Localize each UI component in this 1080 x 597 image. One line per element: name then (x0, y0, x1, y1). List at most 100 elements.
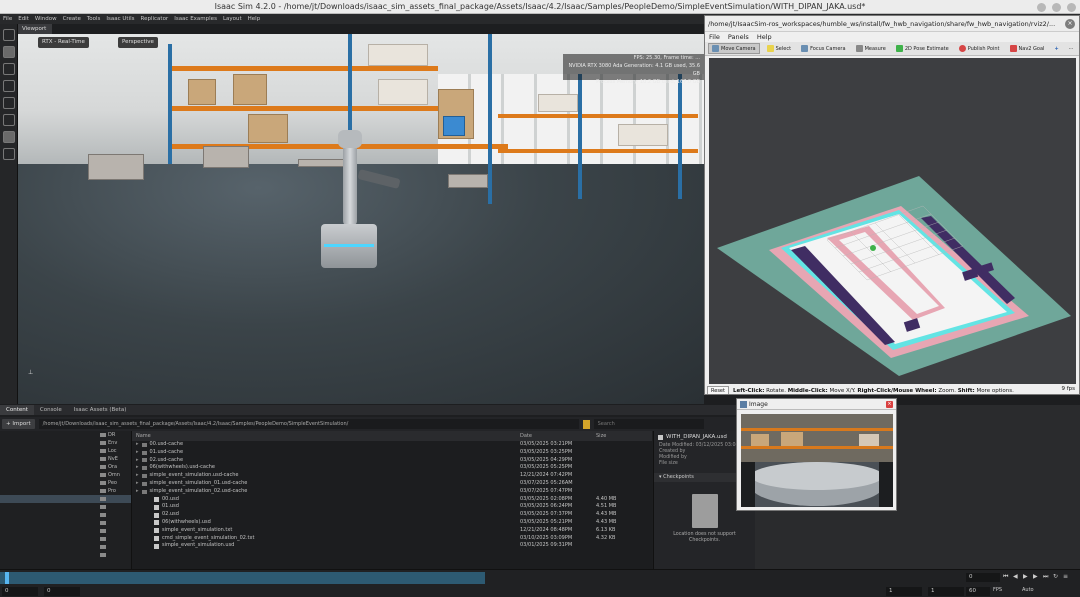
timeline-end-field[interactable]: 1 (886, 587, 922, 596)
file-row[interactable]: ▸ simple_event_simulation.usd-cache 12/21/… (132, 472, 652, 480)
tree-item[interactable]: DR (0, 431, 131, 439)
tree-item[interactable] (0, 535, 131, 543)
render-mode-button[interactable]: RTX - Real-Time (38, 37, 89, 48)
menu-isaac-utils[interactable]: Isaac Utils (106, 14, 134, 24)
move-camera-tool[interactable]: Move Camera (708, 43, 760, 54)
expand-icon[interactable]: ▸ (136, 457, 139, 465)
menu-tools[interactable]: Tools (87, 14, 101, 24)
measure-tool[interactable]: Measure (853, 43, 889, 54)
pause-tool-icon[interactable] (3, 131, 15, 143)
tree-item[interactable]: NvE (0, 455, 131, 463)
timeline-cursor[interactable] (5, 572, 9, 584)
play-icon[interactable]: ▶ (1023, 573, 1030, 580)
timeline-start-field[interactable]: 0 (2, 587, 38, 596)
expand-icon[interactable]: ▸ (136, 464, 139, 472)
tree-item[interactable] (0, 551, 131, 559)
move-tool-icon[interactable] (3, 46, 15, 58)
menu-help[interactable]: Help (248, 14, 261, 24)
menu-layout[interactable]: Layout (223, 14, 242, 24)
timeline-menu-icon[interactable]: ≡ (1063, 573, 1070, 580)
add-tool-icon[interactable]: + (1051, 43, 1061, 54)
viewport[interactable]: RTX - Real-Time Perspective FPS: 25.30, … (18, 34, 704, 404)
select-tool[interactable]: Select (764, 43, 794, 54)
tree-item[interactable] (0, 495, 131, 503)
stop-tool-icon[interactable] (3, 148, 15, 160)
snap-tool-icon[interactable] (3, 97, 15, 109)
auto-label[interactable]: Auto (1022, 586, 1034, 595)
timeline-track[interactable] (0, 572, 485, 584)
menu-replicator[interactable]: Replicator (141, 14, 169, 24)
rviz-menu-help[interactable]: Help (757, 32, 772, 42)
image-close-icon[interactable]: × (886, 401, 893, 408)
column-size[interactable]: Size (596, 431, 652, 441)
expand-icon[interactable]: ▸ (136, 472, 139, 480)
tree-item[interactable] (0, 527, 131, 535)
nav2-goal-tool[interactable]: Nav2 Goal (1007, 43, 1048, 54)
scale-tool-icon[interactable] (3, 80, 15, 92)
fps-field[interactable]: 60 (966, 587, 990, 596)
file-row[interactable]: 00.usd 03/05/2025 02:08PM 4.40 MB (132, 496, 652, 504)
focus-camera-tool[interactable]: Focus Camera (798, 43, 849, 54)
last-frame-icon[interactable]: ⏭ (1043, 573, 1050, 580)
camera-button[interactable]: Perspective (118, 37, 158, 48)
tree-item[interactable] (0, 519, 131, 527)
tree-item[interactable]: Pro (0, 487, 131, 495)
tree-item[interactable]: Omn (0, 471, 131, 479)
path-input[interactable]: /home/jt/Downloads/isaac_sim_assets_fina… (38, 419, 579, 429)
publish-point-tool[interactable]: Publish Point (956, 43, 1003, 54)
expand-icon[interactable]: ▸ (136, 441, 139, 449)
file-row[interactable]: cmd_simple_event_simulation_02.txt 03/10/… (132, 535, 652, 543)
column-name[interactable]: Name (132, 431, 520, 441)
file-row[interactable]: ▸ 06(withwheels).usd-cache 03/05/2025 05:2… (132, 464, 652, 472)
search-input[interactable]: Search (593, 419, 704, 429)
pose-estimate-tool[interactable]: 2D Pose Estimate (893, 43, 952, 54)
file-row[interactable]: simple_event_simulation.txt 12/21/2024 08… (132, 527, 652, 535)
menu-isaac-examples[interactable]: Isaac Examples (174, 14, 217, 24)
file-row[interactable]: ▸ 01.usd-cache 03/05/2025 03:25PM (132, 449, 652, 457)
file-row[interactable]: 02.usd 03/05/2025 07:37PM 4.43 MB (132, 511, 652, 519)
close-button[interactable] (1067, 2, 1076, 12)
file-row[interactable]: ▸ simple_event_simulation_01.usd-cache 03/… (132, 480, 652, 488)
loop-icon[interactable]: ↻ (1053, 573, 1060, 580)
rotate-tool-icon[interactable] (3, 63, 15, 75)
tree-item[interactable]: Peo (0, 479, 131, 487)
menu-edit[interactable]: Edit (18, 14, 29, 24)
file-row[interactable]: ▸ 00.usd-cache 03/05/2025 03:21PM (132, 441, 652, 449)
tree-item[interactable]: Ora (0, 463, 131, 471)
first-frame-icon[interactable]: ⏮ (1003, 573, 1010, 580)
tree-item[interactable] (0, 543, 131, 551)
file-row[interactable]: ▸ simple_event_simulation_02.usd-cache 03/… (132, 488, 652, 496)
file-row[interactable]: 06(withwheels).usd 03/05/2025 05:21PM 4.43… (132, 519, 652, 527)
bookmark-icon[interactable] (582, 419, 590, 429)
tree-item[interactable] (0, 503, 131, 511)
play-tool-icon[interactable] (3, 114, 15, 126)
tab-isaac-assets[interactable]: Isaac Assets (Beta) (68, 405, 133, 415)
tab-console[interactable]: Console (34, 405, 68, 415)
file-row[interactable]: simple_event_simulation.usd 03/01/2025 09… (132, 542, 652, 550)
select-tool-icon[interactable] (3, 29, 15, 41)
minimize-button[interactable] (1037, 2, 1046, 12)
reset-button[interactable]: Reset (707, 386, 729, 394)
timeline-start-field-2[interactable]: 0 (44, 587, 80, 596)
timeline-end-field-2[interactable]: 1 (928, 587, 964, 596)
menu-create[interactable]: Create (63, 14, 81, 24)
tree-item[interactable]: Env (0, 439, 131, 447)
file-row[interactable]: 01.usd 03/05/2025 06:24PM 4.51 MB (132, 503, 652, 511)
maximize-button[interactable] (1052, 2, 1061, 12)
next-frame-icon[interactable]: ▶ (1033, 573, 1040, 580)
expand-icon[interactable]: ▸ (136, 449, 139, 457)
rviz-menu-panels[interactable]: Panels (728, 32, 749, 42)
menu-file[interactable]: File (3, 14, 12, 24)
current-frame-field[interactable]: 0 (966, 573, 1000, 582)
more-tools-icon[interactable]: ⋯ (1066, 43, 1077, 54)
rviz-3d-view[interactable] (709, 58, 1076, 384)
expand-icon[interactable]: ▸ (136, 480, 139, 488)
import-button[interactable]: + Import (2, 419, 35, 429)
menu-window[interactable]: Window (35, 14, 57, 24)
expand-icon[interactable]: ▸ (136, 488, 139, 496)
viewport-tab[interactable]: Viewport (18, 24, 52, 34)
tree-item[interactable] (0, 511, 131, 519)
tab-content[interactable]: Content (0, 405, 34, 415)
rviz-close-icon[interactable]: × (1065, 19, 1075, 29)
prev-frame-icon[interactable]: ◀ (1013, 573, 1020, 580)
